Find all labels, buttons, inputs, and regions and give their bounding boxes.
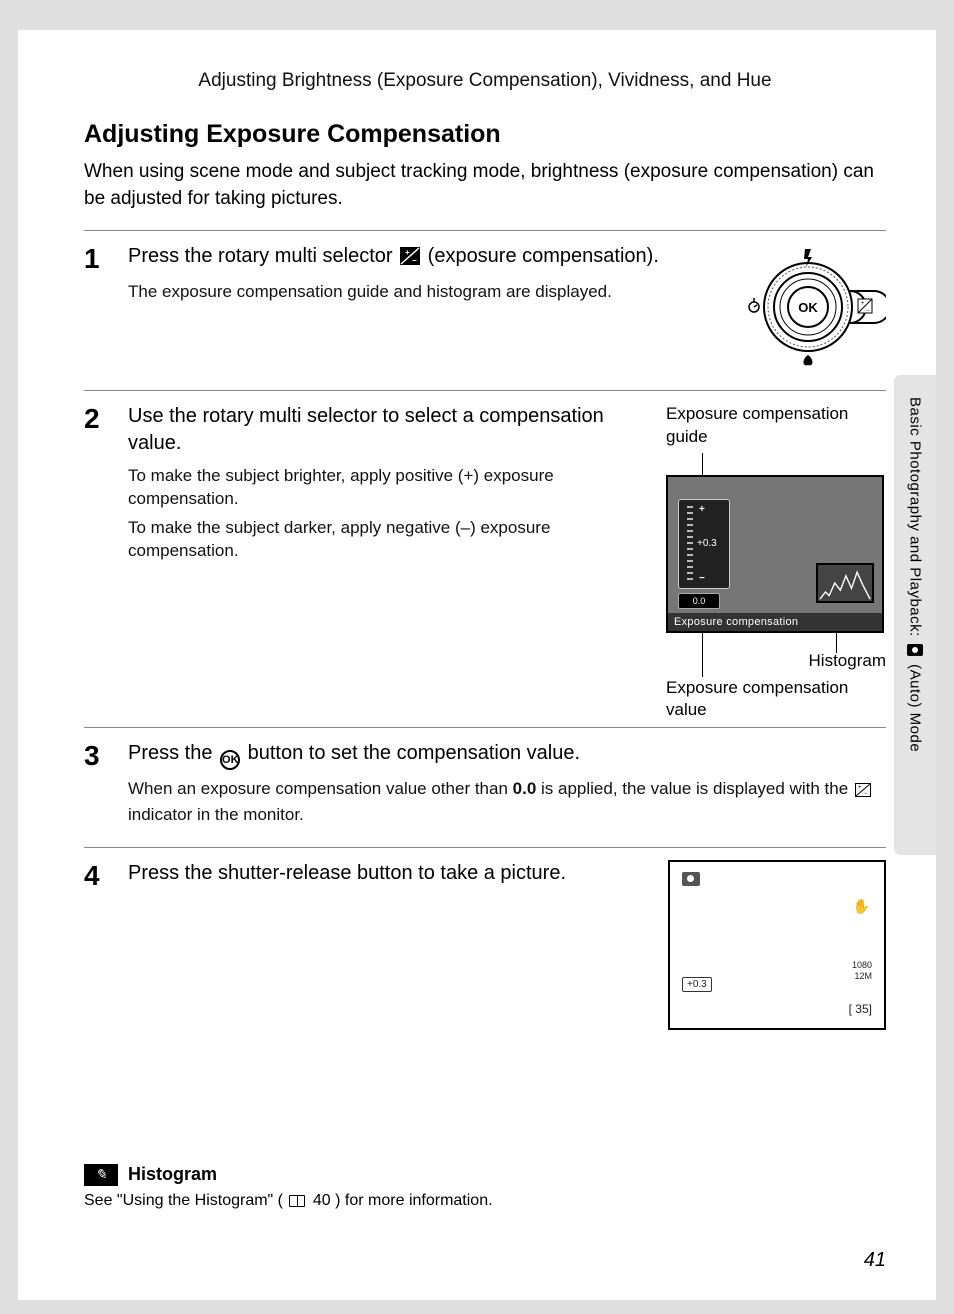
text: ) for more information. [335,1192,492,1209]
text: See "Using the Histogram" ( [84,1192,283,1209]
camera-screen: + − +0.3 0.0 Exposure compensation [666,475,884,633]
callout-histogram: Histogram [809,651,886,671]
step-sub: The exposure compensation guide and hist… [128,281,730,304]
ok-label: OK [798,300,818,315]
exposure-comp-icon: +− [400,246,420,273]
text: When an exposure compensation value othe… [128,779,513,798]
callout-exposure-value: Exposure compensation value [666,677,886,721]
histogram-icon [816,563,874,603]
camera-mode-icon [682,872,700,886]
exposure-comp-icon: +− [855,781,871,804]
resolution-indicator: 108012M [852,960,872,982]
shots-remaining: [ 35] [849,1002,872,1016]
camera-icon [907,644,923,656]
svg-text:+: + [861,301,865,307]
step-sub: To make the subject darker, apply negati… [128,517,650,563]
step-lead: Press the OK button to set the compensat… [128,740,886,770]
text: (exposure compensation). [428,245,659,267]
step-lead: Use the rotary multi selector to select … [128,403,650,457]
page-number: 41 [864,1249,886,1272]
exposure-guide-figure: Exposure compensation guide + − +0.3 0.0… [666,403,886,713]
camera-screen: ✋ +0.3 108012M [ 35] [668,860,886,1030]
screen-title: Exposure compensation [668,613,882,631]
intro-text: When using scene mode and subject tracki… [84,159,886,212]
bold-value: 0.0 [513,779,537,798]
text: Press the [128,742,218,764]
step-lead: Press the shutter-release button to take… [128,860,646,887]
gauge-value: +0.3 [697,538,717,549]
svg-text:+: + [858,785,862,791]
text: Press the rotary multi selector [128,245,398,267]
step-3: 3 Press the OK button to set the compens… [84,728,886,847]
text: indicator in the monitor. [128,805,304,824]
step-number: 1 [84,243,112,376]
exposure-value-badge: 0.0 [678,593,720,609]
svg-text:−: − [864,791,868,797]
step-lead: Press the rotary multi selector +− (expo… [128,243,730,273]
note-icon: ✎ [84,1164,118,1186]
step-2: 2 Use the rotary multi selector to selec… [84,391,886,727]
step-sub: To make the subject brighter, apply posi… [128,465,650,511]
section-tab: Basic Photography and Playback: (Auto) M… [894,375,936,855]
page-ref-number: 40 [313,1192,331,1209]
svg-text:−: − [866,308,870,314]
leader-lines [666,453,886,475]
step-number: 3 [84,740,112,833]
note-histogram: ✎ Histogram See "Using the Histogram" ( … [84,1164,886,1210]
svg-text:+: + [405,248,410,257]
page-ref-icon [289,1195,305,1207]
breadcrumb: Adjusting Brightness (Exposure Compensat… [84,70,886,92]
vr-icon: ✋ [853,898,870,915]
label-exposure-guide: Exposure compensation guide [666,403,886,449]
ok-button-icon: OK [220,750,240,770]
step-number: 4 [84,860,112,1030]
step-number: 2 [84,403,112,713]
exposure-chip: +0.3 [682,977,712,992]
note-title: Histogram [128,1164,217,1185]
section-tab-label: Basic Photography and Playback: (Auto) M… [907,397,924,855]
text: button to set the compensation value. [248,742,580,764]
rotary-selector-figure: OK +− [746,243,886,376]
exposure-gauge: + − +0.3 [678,499,730,589]
svg-text:−: − [412,256,417,265]
result-screen-figure: ✋ +0.3 108012M [ 35] [662,860,886,1030]
page-title: Adjusting Exposure Compensation [84,120,886,149]
step-1: 1 Press the rotary multi selector +− (ex… [84,231,886,390]
step-4: 4 Press the shutter-release button to ta… [84,848,886,1044]
text: is applied, the value is displayed with … [541,779,853,798]
step-sub: When an exposure compensation value othe… [128,778,886,827]
manual-page: Adjusting Brightness (Exposure Compensat… [18,30,936,1300]
note-body: See "Using the Histogram" ( 40 ) for mor… [84,1192,886,1210]
